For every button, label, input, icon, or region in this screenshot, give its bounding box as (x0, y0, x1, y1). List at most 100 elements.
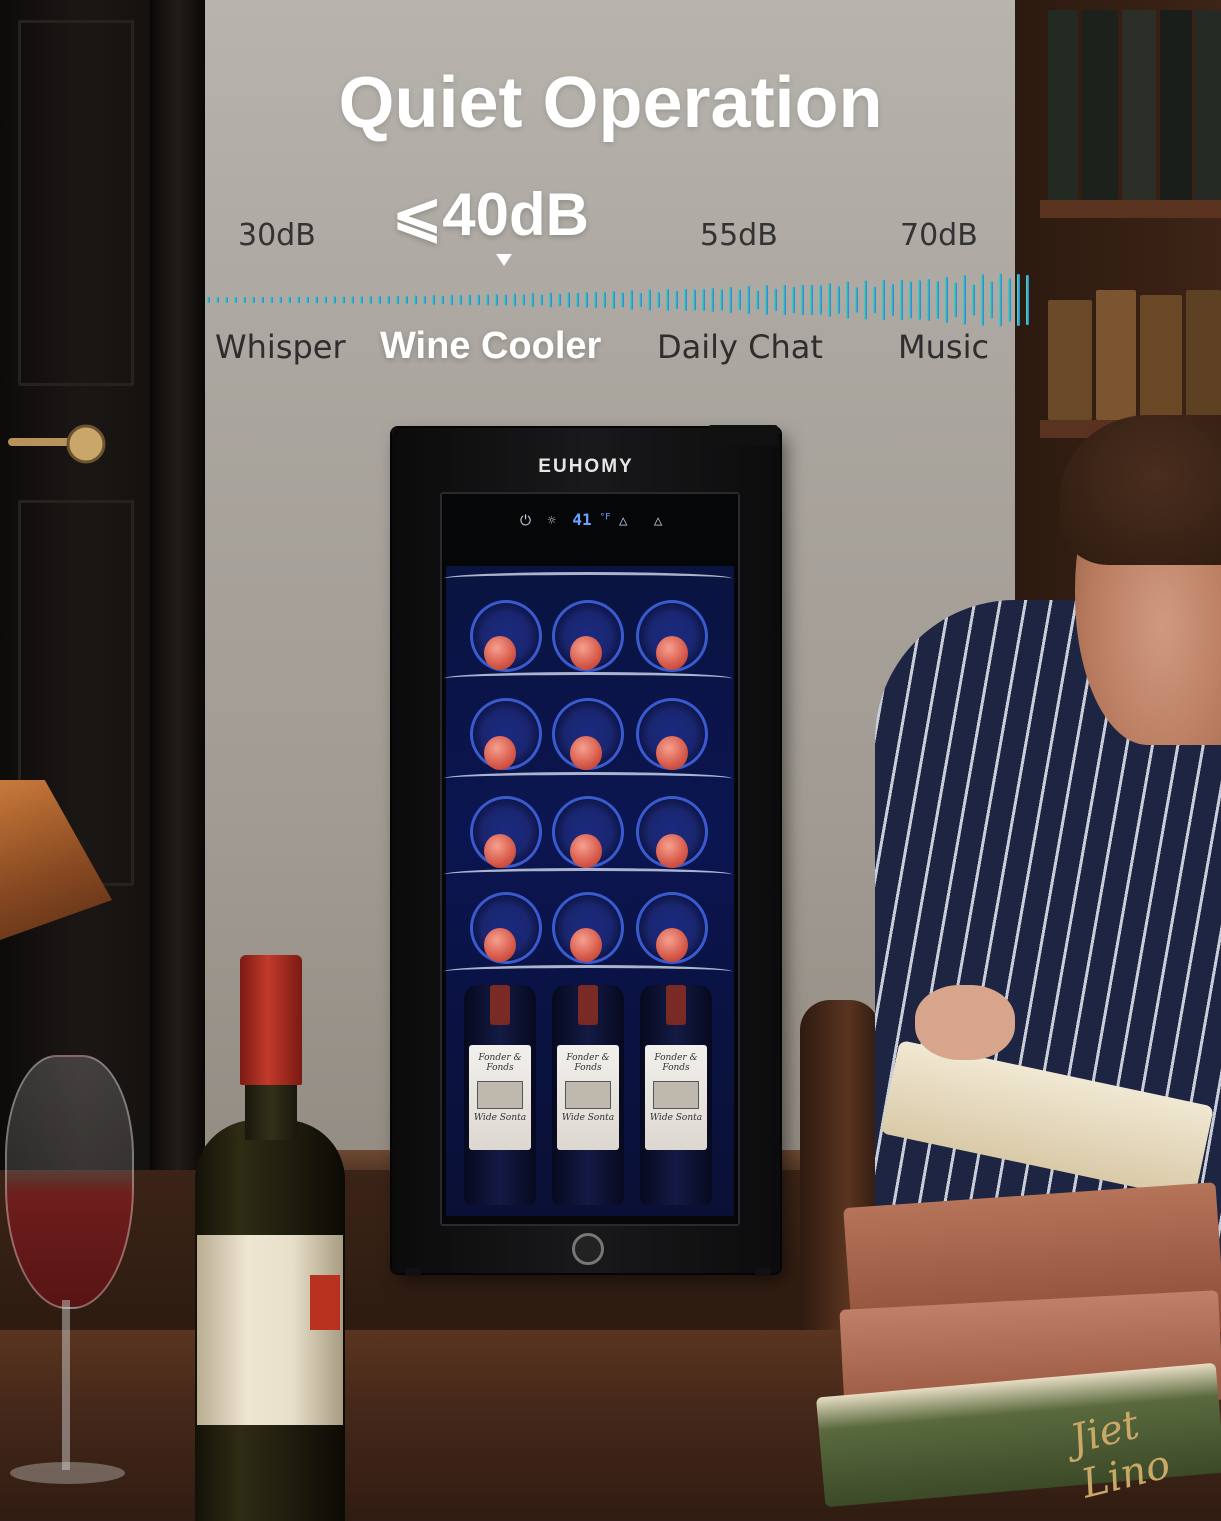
wire-rack (444, 772, 732, 785)
cork (570, 736, 602, 770)
wave-bar (468, 294, 471, 306)
wave-bar (495, 294, 498, 306)
wine-glass-foot (10, 1462, 125, 1484)
wave-bar (639, 292, 642, 308)
wave-bar (522, 294, 525, 306)
bottle-label-art (653, 1081, 699, 1109)
wave-bar (567, 292, 570, 308)
wave-bar (243, 296, 246, 304)
sound-wave (207, 273, 1029, 327)
wave-bar (513, 293, 516, 307)
wave-bar (756, 290, 759, 310)
wine-bottle-cap (240, 955, 302, 1085)
wave-bar (864, 280, 867, 320)
cooler-foot (405, 1268, 421, 1276)
wave-bar (729, 286, 732, 314)
wave-bar (963, 275, 966, 325)
wave-bar (603, 292, 606, 308)
wave-bar (576, 292, 579, 308)
wave-bar (423, 295, 426, 305)
category-wine-cooler: Wine Cooler (380, 325, 602, 367)
wave-bar (333, 296, 336, 304)
db-level-55: 55dB (700, 218, 778, 253)
wine-glass-stem (62, 1300, 70, 1470)
wave-bar (342, 296, 345, 304)
cork (484, 928, 516, 962)
wave-bar (855, 287, 858, 313)
wave-bar (828, 283, 831, 317)
cork (570, 636, 602, 670)
cork (656, 928, 688, 962)
wave-bar (1008, 278, 1011, 322)
control-panel: ⏻ ☼ 41 °F △ △ (520, 510, 670, 530)
cork (656, 636, 688, 670)
wave-bar (279, 296, 282, 304)
wave-bar (315, 296, 318, 304)
wave-bar (918, 280, 921, 320)
db-level-70: 70dB (900, 218, 978, 253)
wave-bar (531, 292, 534, 308)
wave-bar (1026, 274, 1029, 326)
wave-bar (216, 296, 219, 304)
wave-bar (792, 286, 795, 314)
cork (484, 834, 516, 868)
wave-bar (459, 295, 462, 305)
temp-up-icon[interactable]: △ (619, 513, 627, 529)
cork (570, 834, 602, 868)
wine-glass (5, 1055, 134, 1309)
bottle-label-art (477, 1081, 523, 1109)
wave-bar (945, 276, 948, 324)
cork (484, 636, 516, 670)
wave-bar (360, 296, 363, 304)
wire-rack (444, 572, 732, 585)
temperature-display: 41 (572, 510, 592, 529)
wave-bar (369, 296, 372, 304)
wave-bar (234, 296, 237, 304)
wave-bar (378, 295, 381, 305)
wave-bar (288, 296, 291, 304)
category-music: Music (898, 328, 990, 366)
wave-bar (810, 284, 813, 316)
wire-rack (444, 868, 732, 881)
wave-bar (837, 286, 840, 314)
wave-bar (999, 273, 1002, 327)
wave-bar (720, 289, 723, 311)
db-highlight: ⩽40dB (392, 181, 589, 248)
wave-bar (693, 289, 696, 311)
wave-bar (594, 291, 597, 309)
wave-bar (846, 281, 849, 319)
wave-bar (558, 293, 561, 307)
cork (570, 928, 602, 962)
wave-bar (306, 296, 309, 304)
bottle-neck (578, 985, 598, 1025)
wave-bar (252, 296, 255, 304)
wave-bar (648, 289, 651, 311)
cork (484, 736, 516, 770)
category-whisper: Whisper (215, 328, 346, 366)
bottle-label: Fonder & Fonds Wide Sonta (645, 1045, 707, 1150)
bottle-label-top: Fonder & Fonds (566, 1053, 610, 1073)
temp-down-icon[interactable]: △ (654, 513, 662, 529)
wave-bar (612, 290, 615, 310)
lock-icon[interactable] (572, 1233, 604, 1265)
wave-bar (387, 296, 390, 304)
temperature-unit: °F (599, 512, 611, 523)
wave-bar (450, 294, 453, 306)
wave-bar (774, 288, 777, 312)
power-icon[interactable]: ⏻ (520, 513, 531, 529)
wave-bar (414, 295, 417, 305)
wave-bar (432, 295, 435, 305)
wire-rack (444, 965, 732, 978)
headline: Quiet Operation (338, 63, 883, 143)
wave-bar (819, 285, 822, 315)
door-handle-icon (8, 424, 106, 464)
wave-bar (396, 295, 399, 305)
bottle-label-name: Wide Sonta (649, 1113, 703, 1123)
wave-bar (711, 288, 714, 312)
light-icon[interactable]: ☼ (548, 513, 556, 529)
wave-bar (540, 294, 543, 306)
person-hand (915, 985, 1015, 1060)
door-frame (150, 0, 205, 1200)
wave-bar (972, 284, 975, 316)
wave-bar (900, 279, 903, 321)
